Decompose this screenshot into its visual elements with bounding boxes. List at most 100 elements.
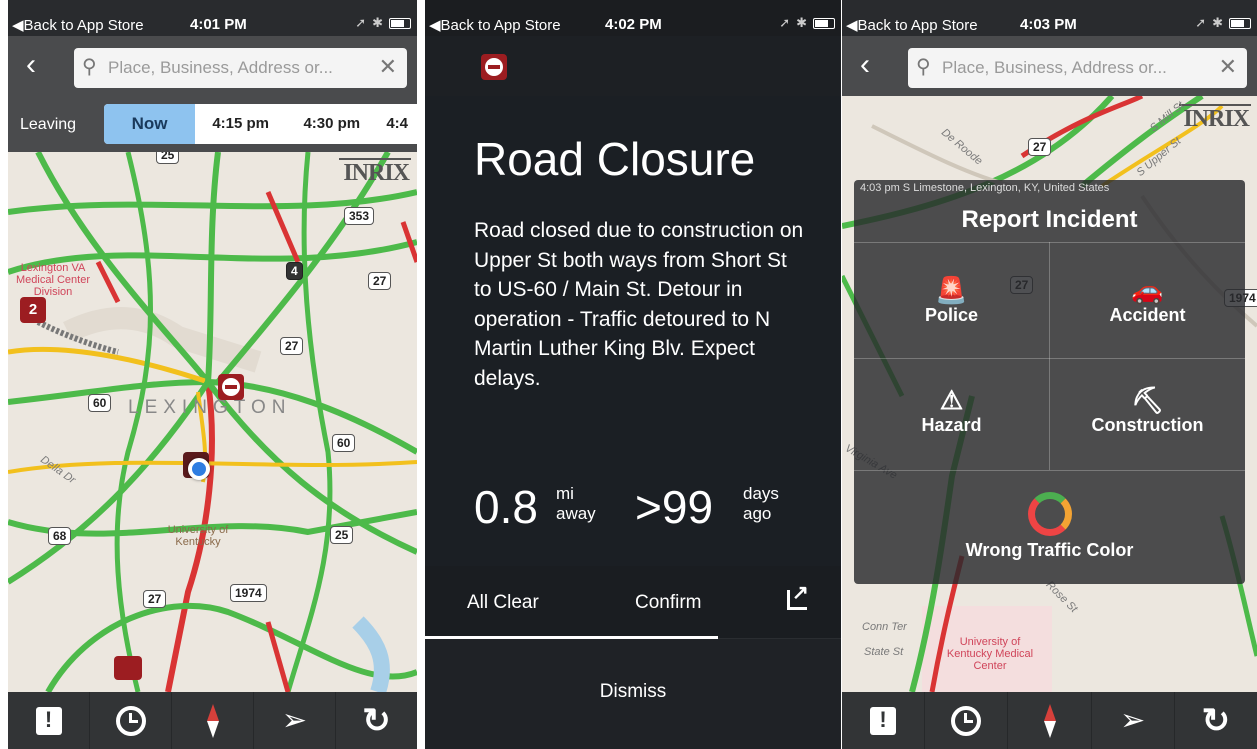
no-entry-icon [485, 58, 503, 76]
no-entry-icon [222, 378, 240, 396]
back-to-app-store-link[interactable]: ◀Back to App Store [846, 16, 978, 34]
incident-title: Road Closure [474, 133, 756, 185]
report-wrong-traffic-color-button[interactable]: Wrong Traffic Color [854, 492, 1245, 561]
incident-description: Road closed due to construction on Upper… [474, 219, 804, 390]
road-closure-icon [481, 54, 507, 80]
clear-icon[interactable]: ✕ [1219, 54, 1237, 80]
time-option-now[interactable]: Now [104, 104, 196, 144]
status-indicators: ➚ ✱ [355, 15, 411, 31]
report-option-label: Police [924, 305, 979, 325]
route-shield: 25 [156, 152, 180, 164]
report-icon: ! [35, 706, 62, 735]
report-construction-button[interactable]: ⛏ Construction [1050, 385, 1245, 436]
age-value: >99 [635, 481, 714, 533]
report-hazard-button[interactable]: ⚠ Hazard [854, 385, 1049, 436]
incident-detail-card: Road Closure Road closed due to construc… [425, 96, 841, 566]
report-accident-button[interactable]: 🚗 Accident [1050, 275, 1245, 326]
tab-report[interactable]: ! [842, 692, 926, 749]
search-icon: ⚲ [916, 56, 931, 78]
dismiss-label: Dismiss [599, 681, 667, 702]
police-light-icon: 🚨 [935, 275, 968, 305]
inrix-logo: INRIX [339, 158, 411, 186]
status-indicators: ➚ ✱ [779, 15, 835, 31]
back-to-app-store-link[interactable]: ◀Back to App Store [12, 16, 144, 34]
poi-uk-medical-center[interactable]: University of Kentucky Medical Center [940, 636, 1040, 672]
phone-screen-incident-detail: ◀Back to App Store 4:02 PM ➚ ✱ Road Clos… [425, 0, 841, 749]
tab-compass[interactable] [1008, 692, 1092, 749]
chevron-left-icon[interactable]: ‹ [850, 48, 880, 82]
route-shield: 27 [1028, 138, 1052, 156]
distance-value: 0.8 [474, 481, 538, 533]
bottom-toolbar: ! ➢ ↻ [842, 692, 1257, 749]
location-services-icon: ➚ [1195, 15, 1207, 30]
share-icon [787, 580, 809, 610]
construction-worker-icon: ⛏ [1130, 385, 1164, 415]
route-shield: 27 [143, 590, 167, 608]
clear-icon[interactable]: ✕ [379, 54, 397, 80]
accident-marker[interactable] [114, 656, 142, 680]
bluetooth-icon: ✱ [372, 15, 383, 30]
age-suffix: ago [743, 504, 772, 523]
tab-report[interactable]: ! [8, 692, 90, 749]
search-icon: ⚲ [82, 56, 97, 78]
tab-departure-time[interactable] [90, 692, 172, 749]
chevron-left-icon[interactable]: ‹ [16, 48, 46, 82]
tab-refresh[interactable]: ↻ [1175, 692, 1257, 749]
tab-compass[interactable] [172, 692, 254, 749]
tab-departure-time[interactable] [925, 692, 1009, 749]
tab-location[interactable]: ➢ [1092, 692, 1175, 749]
battery-icon [1229, 17, 1251, 29]
confirm-button[interactable]: Confirm [635, 592, 702, 614]
back-to-app-store-link[interactable]: ◀Back to App Store [429, 16, 561, 34]
compass-icon [1043, 703, 1056, 738]
report-police-button[interactable]: 🚨 Police [854, 275, 1049, 326]
inrix-logo: INRIX [1179, 104, 1251, 132]
city-label: LEXINGTON [128, 397, 292, 418]
bluetooth-icon: ✱ [1212, 15, 1223, 30]
report-option-label: Hazard [921, 415, 982, 435]
battery-icon [389, 17, 411, 29]
time-option-415[interactable]: 4:15 pm [195, 104, 286, 144]
divider [854, 470, 1245, 471]
report-option-label: Accident [1109, 305, 1186, 325]
route-shield: 60 [88, 394, 112, 412]
share-button[interactable] [787, 580, 809, 610]
traffic-map[interactable]: INRIX LEXINGTON Della Dr Lexington VA Me… [8, 152, 417, 692]
report-icon: ! [870, 706, 897, 735]
location-arrow-icon: ➢ [281, 703, 308, 737]
refresh-icon: ↻ [362, 701, 391, 740]
clock-icon [115, 705, 146, 736]
status-time: 4:01 PM [190, 16, 247, 33]
time-option-430[interactable]: 4:30 pm [286, 104, 377, 144]
phone-screen-report-incident: ◀Back to App Store 4:03 PM ➚ ✱ ‹ ⚲ Place… [842, 0, 1257, 749]
report-incident-popup: 4:03 pm S Limestone, Lexington, KY, Unit… [854, 180, 1245, 584]
status-bar: ◀Back to App Store 4:03 PM ➚ ✱ [842, 0, 1257, 36]
status-time: 4:02 PM [605, 16, 662, 33]
route-shield: 353 [344, 207, 375, 225]
route-shield: 27 [368, 272, 392, 290]
poi-lexington-va[interactable]: Lexington VA Medical Center Division [8, 262, 98, 298]
distance-suffix: away [556, 504, 596, 523]
search-input[interactable]: ⚲ Place, Business, Address or... ✕ [908, 48, 1247, 88]
incident-actions: All Clear Confirm [425, 566, 841, 638]
road-closure-marker[interactable] [218, 374, 244, 400]
phone-screen-map: ◀Back to App Store 4:01 PM ➚ ✱ ‹ ⚲ Place… [8, 0, 417, 749]
report-option-label: Wrong Traffic Color [965, 540, 1134, 560]
incident-cluster-marker[interactable]: 2 [20, 297, 46, 323]
route-shield: 68 [48, 527, 72, 545]
status-indicators: ➚ ✱ [1195, 15, 1251, 31]
leaving-time-selector: Leaving Now 4:15 pm 4:30 pm 4:4 [8, 96, 417, 152]
search-input[interactable]: ⚲ Place, Business, Address or... ✕ [74, 48, 407, 88]
search-placeholder: Place, Business, Address or... [942, 58, 1167, 77]
time-option-445[interactable]: 4:4 [377, 104, 417, 144]
bottom-toolbar: ! ➢ ↻ [8, 692, 417, 749]
bluetooth-icon: ✱ [796, 15, 807, 30]
dismiss-button[interactable]: Dismiss [425, 639, 841, 749]
tab-refresh[interactable]: ↻ [336, 692, 417, 749]
route-shield: 60 [332, 434, 356, 452]
poi-university-of-kentucky[interactable]: University of Kentucky [158, 524, 238, 548]
all-clear-button[interactable]: All Clear [467, 592, 539, 614]
route-shield: 1974 [230, 584, 267, 602]
refresh-icon: ↻ [1201, 701, 1231, 740]
tab-location[interactable]: ➢ [254, 692, 336, 749]
